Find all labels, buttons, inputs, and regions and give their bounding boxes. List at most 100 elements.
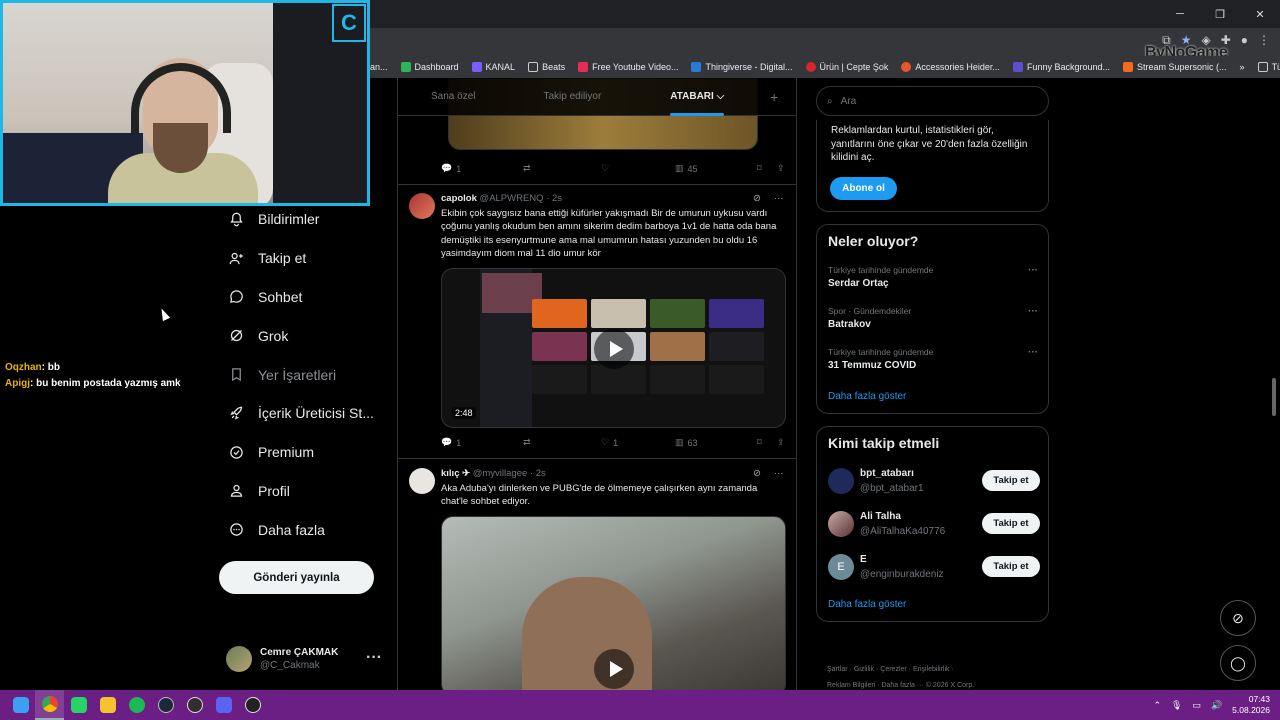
author-name[interactable]: kılıç ✈	[441, 468, 470, 479]
chevron-up-icon[interactable]: ⌃	[1153, 700, 1161, 711]
tweet-time[interactable]: · 2s	[546, 193, 562, 204]
grok-icon[interactable]: ⊘	[753, 468, 761, 479]
more-icon[interactable]: ···	[1028, 306, 1038, 317]
subscribe-button[interactable]: Abone ol	[830, 177, 897, 200]
bookmark-item[interactable]: Accessories Heider...	[901, 62, 1000, 72]
bookmark-item[interactable]: an...	[370, 62, 388, 72]
chrome-icon[interactable]	[35, 690, 64, 720]
tab-atabari[interactable]: ATABARI ⌵	[670, 78, 724, 116]
share-button[interactable]: ⇪	[777, 163, 785, 174]
bookmark-item[interactable]: Funny Background...	[1012, 62, 1110, 72]
chat-message: Apigj: bu benim postada yazmış amk	[5, 378, 181, 389]
network-icon[interactable]: ▭	[1192, 700, 1201, 711]
minimize-icon[interactable]: ─	[1160, 0, 1200, 28]
sidebar-item-creator-studio[interactable]: İçerik Üreticisi St...	[220, 394, 390, 433]
file-explorer-icon[interactable]	[93, 690, 122, 720]
post-button[interactable]: Gönderi yayınla	[219, 561, 374, 594]
messages-fab[interactable]: ◯	[1220, 645, 1256, 681]
restore-icon[interactable]: ❐	[1200, 0, 1240, 28]
sidebar-item-notifications[interactable]: Bildirimler	[220, 200, 390, 239]
author-handle[interactable]: @myvillagee	[473, 468, 528, 479]
like-button[interactable]: ♡ 1	[601, 437, 675, 448]
sidebar-item-more[interactable]: Daha fazla	[220, 510, 390, 549]
views-button[interactable]: ▥ 45	[675, 163, 757, 174]
sidebar-item-chat[interactable]: Sohbet	[220, 278, 390, 317]
close-icon[interactable]: ✕	[1240, 0, 1280, 28]
follow-button[interactable]: Takip et	[982, 470, 1040, 491]
follow-suggestion[interactable]: bpt_atabarı @bpt_atabar1 Takip et	[828, 468, 1040, 500]
more-icon[interactable]: ···	[774, 468, 784, 479]
clock[interactable]: 07:43 5.08.2026	[1232, 694, 1270, 716]
footer-line[interactable]: Şartlar · Gizlilik · Çerezler · Erişileb…	[827, 662, 1047, 678]
trend-item[interactable]: Türkiye tarihinde gündemde Serdar Ortaç ··…	[828, 265, 1038, 289]
reply-button[interactable]: 💬 1	[441, 437, 523, 448]
bookmark-item[interactable]: Stream Supersonic (...	[1123, 62, 1227, 72]
browser-menu-icon[interactable]: ⋮	[1258, 33, 1270, 48]
discord-icon[interactable]	[209, 690, 238, 720]
more-icon[interactable]: ···	[366, 649, 382, 667]
follow-suggestion[interactable]: Ali Talha @AliTalhaKa40776 Takip et	[828, 511, 1040, 543]
bookmark-item[interactable]: Free Youtube Video...	[578, 62, 678, 72]
all-bookmarks[interactable]: Tüm Yer İşaretleri	[1257, 62, 1280, 72]
bookmark-item[interactable]: KANAL	[471, 62, 515, 72]
reply-button[interactable]: 💬 1	[441, 163, 523, 174]
like-button[interactable]: ♡	[601, 163, 675, 174]
grok-icon[interactable]: ⊘	[753, 193, 761, 204]
bookmark-item[interactable]: Dashboard	[400, 62, 459, 72]
trend-item[interactable]: Spor · Gündemdekiler Batrakov ···	[828, 306, 1038, 330]
follow-suggestion[interactable]: E E @enginburakdeniz Takip et	[828, 554, 1040, 586]
retweet-button[interactable]: ⇄	[523, 437, 601, 448]
obs-icon[interactable]	[180, 690, 209, 720]
grok-fab[interactable]: ⊘	[1220, 600, 1256, 636]
whatsapp-icon[interactable]	[64, 690, 93, 720]
bookmark-item[interactable]: Ürün | Cepte Şok	[805, 62, 888, 72]
bookmark-button[interactable]: ⌑	[757, 163, 777, 174]
steam-icon[interactable]	[151, 690, 180, 720]
volume-icon[interactable]: 🔊	[1211, 700, 1222, 711]
more-icon[interactable]: ···	[774, 193, 784, 204]
show-more-link[interactable]: Daha fazla göster	[828, 391, 906, 402]
sidebar-item-follow[interactable]: Takip et	[220, 239, 390, 278]
sidebar-item-premium[interactable]: Premium	[220, 433, 390, 472]
windows-start-icon[interactable]	[6, 690, 35, 720]
sidebar-item-bookmarks[interactable]: Yer İşaretleri	[220, 355, 390, 394]
add-tab-button[interactable]: +	[770, 78, 778, 116]
spotify-icon[interactable]	[122, 690, 151, 720]
retweet-button[interactable]: ⇄	[523, 163, 601, 174]
follow-button[interactable]: Takip et	[982, 513, 1040, 534]
address-bar[interactable]	[370, 28, 1280, 56]
avatar[interactable]	[409, 468, 435, 494]
account-switcher[interactable]: Cemre ÇAKMAK @C_Cakmak ···	[226, 643, 386, 675]
sidebar-item-profile[interactable]: Profil	[220, 472, 390, 511]
author-handle[interactable]: @ALPWRENQ	[480, 193, 544, 204]
app-icon[interactable]	[238, 690, 267, 720]
play-icon[interactable]	[594, 329, 634, 369]
share-icon: ⇪	[777, 163, 785, 173]
show-more-link[interactable]: Daha fazla göster	[828, 599, 906, 610]
share-button[interactable]: ⇪	[777, 437, 785, 448]
scrollbar[interactable]	[1272, 378, 1276, 416]
more-icon[interactable]: ···	[1028, 265, 1038, 276]
bookmark-button[interactable]: ⌑	[757, 437, 777, 448]
tweet-time[interactable]: · 2s	[530, 468, 546, 479]
tweet-video[interactable]: 2:48	[441, 268, 786, 428]
author-name[interactable]: capolok	[441, 193, 477, 204]
bookmark-item[interactable]: Thingiverse - Digital...	[691, 62, 793, 72]
more-icon[interactable]: ···	[1028, 347, 1038, 358]
microphone-icon[interactable]: 🎙	[1171, 700, 1182, 711]
bookmark-folder[interactable]: Beats	[528, 62, 565, 72]
tab-following[interactable]: Takip ediliyor	[543, 78, 601, 116]
tweet-text: Ekibin çok saygısız bana ettiği küfürler…	[441, 208, 777, 260]
follow-button[interactable]: Takip et	[982, 556, 1040, 577]
tweet-video[interactable]	[441, 516, 786, 690]
search-input[interactable]: ⌕ Ara	[816, 86, 1049, 116]
avatar[interactable]	[409, 193, 435, 219]
tab-for-you[interactable]: Sana özel	[431, 78, 475, 116]
trend-item[interactable]: Türkiye tarihinde gündemde 31 Temmuz COVI…	[828, 347, 1038, 371]
views-button[interactable]: ▥ 63	[675, 437, 757, 448]
bookmarks-overflow[interactable]: »	[1240, 62, 1245, 72]
stream-logo: C	[332, 4, 366, 42]
sidebar-item-grok[interactable]: Grok	[220, 316, 390, 355]
profile-avatar-icon[interactable]: ●	[1241, 33, 1248, 48]
play-icon[interactable]	[594, 649, 634, 689]
